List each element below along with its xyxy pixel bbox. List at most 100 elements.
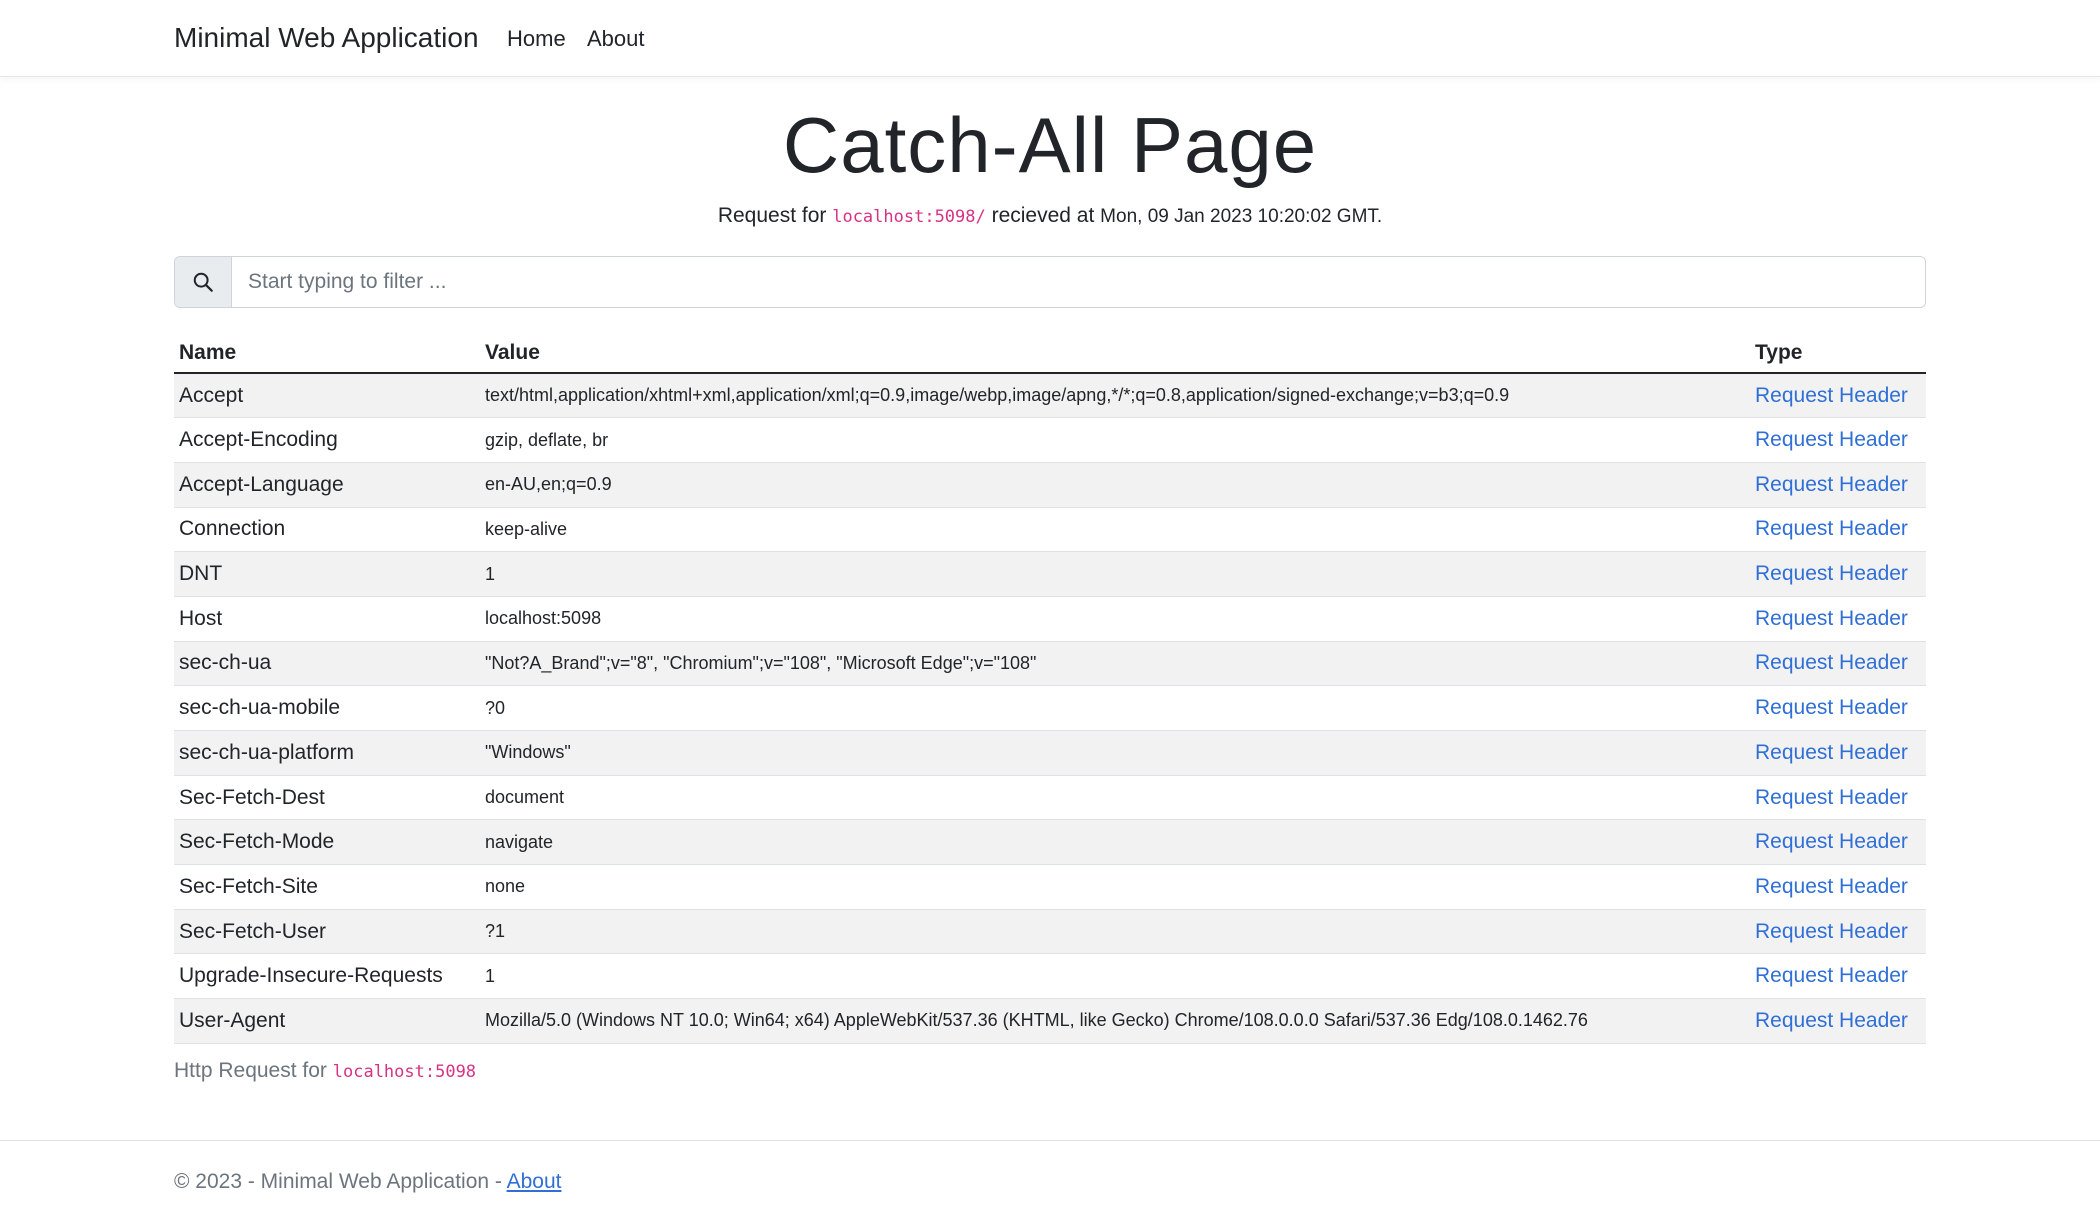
type-link[interactable]: Request Header bbox=[1755, 741, 1908, 764]
navbar-brand[interactable]: Minimal Web Application bbox=[174, 22, 479, 54]
cell-name: Sec-Fetch-Mode bbox=[174, 819, 480, 866]
cell-type: Request Header bbox=[1750, 730, 1926, 776]
cell-name: sec-ch-ua-mobile bbox=[174, 685, 480, 731]
cell-name: Connection bbox=[174, 507, 480, 553]
cell-type: Request Header bbox=[1750, 596, 1926, 642]
table-row: Sec-Fetch-Site none Request Header bbox=[174, 864, 1926, 910]
cell-type: Request Header bbox=[1750, 417, 1926, 463]
type-link[interactable]: Request Header bbox=[1755, 875, 1908, 898]
type-link[interactable]: Request Header bbox=[1755, 696, 1908, 719]
table-row: Accept text/html,application/xhtml+xml,ap… bbox=[174, 373, 1926, 419]
type-link[interactable]: Request Header bbox=[1755, 830, 1908, 853]
cell-type: Request Header bbox=[1750, 998, 1926, 1044]
cell-name: Sec-Fetch-User bbox=[174, 909, 480, 955]
cell-type: Request Header bbox=[1750, 551, 1926, 597]
cell-value: "Windows" bbox=[480, 730, 1750, 776]
cell-value: text/html,application/xhtml+xml,applicat… bbox=[480, 373, 1750, 419]
footer-copyright: © 2023 - Minimal Web Application - bbox=[174, 1170, 507, 1193]
table-header-row: Name Value Type bbox=[174, 330, 1926, 374]
headers-table: Name Value Type Accept text/html,applicat… bbox=[174, 330, 1926, 1044]
cell-value: ?1 bbox=[480, 909, 1750, 955]
http-request-info: Http Request for localhost:5098 bbox=[174, 1059, 476, 1083]
table-body: Accept text/html,application/xhtml+xml,ap… bbox=[174, 373, 1926, 1044]
type-link[interactable]: Request Header bbox=[1755, 607, 1908, 630]
type-link[interactable]: Request Header bbox=[1755, 786, 1908, 809]
footer-about-link[interactable]: About bbox=[507, 1170, 562, 1193]
type-link[interactable]: Request Header bbox=[1755, 1009, 1908, 1032]
table-row: sec-ch-ua "Not?A_Brand";v="8", "Chromium"… bbox=[174, 641, 1926, 687]
table-row: sec-ch-ua-mobile ?0 Request Header bbox=[174, 685, 1926, 731]
cell-type: Request Header bbox=[1750, 507, 1926, 553]
cell-value: gzip, deflate, br bbox=[480, 417, 1750, 463]
cell-type: Request Header bbox=[1750, 819, 1926, 866]
cell-name: DNT bbox=[174, 551, 480, 597]
cell-value: 1 bbox=[480, 551, 1750, 597]
type-link[interactable]: Request Header bbox=[1755, 920, 1908, 943]
cell-name: Accept bbox=[174, 373, 480, 419]
cell-value: "Not?A_Brand";v="8", "Chromium";v="108",… bbox=[480, 641, 1750, 687]
footer: © 2023 - Minimal Web Application - About bbox=[0, 1140, 2100, 1222]
page-title: Catch-All Page bbox=[782, 101, 1318, 189]
column-header-type[interactable]: Type bbox=[1750, 330, 1926, 374]
cell-value: localhost:5098 bbox=[480, 596, 1750, 642]
cell-type: Request Header bbox=[1750, 909, 1926, 955]
type-link[interactable]: Request Header bbox=[1755, 562, 1908, 585]
table-row: Host localhost:5098 Request Header bbox=[174, 596, 1926, 642]
cell-type: Request Header bbox=[1750, 685, 1926, 731]
cell-type: Request Header bbox=[1750, 641, 1926, 687]
table-row: Sec-Fetch-User ?1 Request Header bbox=[174, 909, 1926, 955]
navbar: Minimal Web Application Home About bbox=[0, 0, 2100, 77]
cell-name: sec-ch-ua-platform bbox=[174, 730, 480, 776]
footer-text: © 2023 - Minimal Web Application - About bbox=[174, 1170, 561, 1194]
received-text: recieved at bbox=[991, 204, 1095, 227]
type-link[interactable]: Request Header bbox=[1755, 473, 1908, 496]
cell-type: Request Header bbox=[1750, 373, 1926, 419]
request-timestamp: Mon, 09 Jan 2023 10:20:02 GMT. bbox=[1100, 206, 1383, 227]
cell-value: none bbox=[480, 864, 1750, 910]
cell-value: navigate bbox=[480, 819, 1750, 866]
request-prefix: Request for bbox=[717, 204, 827, 227]
cell-name: Host bbox=[174, 596, 480, 642]
table-row: Connection keep-alive Request Header bbox=[174, 507, 1926, 553]
column-header-name[interactable]: Name bbox=[174, 330, 480, 374]
table-row: sec-ch-ua-platform "Windows" Request Heade… bbox=[174, 730, 1926, 776]
table-row: Accept-Encoding gzip, deflate, br Request … bbox=[174, 417, 1926, 463]
cell-name: Sec-Fetch-Dest bbox=[174, 775, 480, 821]
table-row: Sec-Fetch-Dest document Request Header bbox=[174, 775, 1926, 821]
type-link[interactable]: Request Header bbox=[1755, 384, 1908, 407]
type-link[interactable]: Request Header bbox=[1755, 428, 1908, 451]
request-url: localhost:5098/ bbox=[832, 207, 986, 227]
table-row: Upgrade-Insecure-Requests 1 Request Header bbox=[174, 953, 1926, 1000]
cell-name: User-Agent bbox=[174, 998, 480, 1044]
table-row: User-Agent Mozilla/5.0 (Windows NT 10.0; … bbox=[174, 998, 1926, 1044]
table-row: DNT 1 Request Header bbox=[174, 551, 1926, 597]
request-info: Request for localhost:5098/ recieved at … bbox=[0, 204, 2100, 228]
cell-name: Accept-Language bbox=[174, 462, 480, 508]
cell-value: document bbox=[480, 775, 1750, 821]
filter-input[interactable] bbox=[232, 257, 1925, 307]
cell-type: Request Header bbox=[1750, 775, 1926, 821]
type-link[interactable]: Request Header bbox=[1755, 651, 1908, 674]
cell-name: Accept-Encoding bbox=[174, 417, 480, 463]
cell-value: 1 bbox=[480, 953, 1750, 1000]
cell-value: keep-alive bbox=[480, 507, 1750, 553]
search-icon bbox=[193, 272, 213, 292]
nav-link-home[interactable]: Home bbox=[507, 26, 566, 52]
cell-name: Upgrade-Insecure-Requests bbox=[174, 953, 480, 1000]
cell-name: Sec-Fetch-Site bbox=[174, 864, 480, 910]
search-button[interactable] bbox=[175, 257, 232, 307]
cell-type: Request Header bbox=[1750, 462, 1926, 508]
cell-value: Mozilla/5.0 (Windows NT 10.0; Win64; x64… bbox=[480, 998, 1750, 1044]
type-link[interactable]: Request Header bbox=[1755, 964, 1908, 987]
type-link[interactable]: Request Header bbox=[1755, 517, 1908, 540]
cell-type: Request Header bbox=[1750, 953, 1926, 1000]
cell-value: ?0 bbox=[480, 685, 1750, 731]
cell-name: sec-ch-ua bbox=[174, 641, 480, 687]
table-row: Sec-Fetch-Mode navigate Request Header bbox=[174, 819, 1926, 866]
cell-value: en-AU,en;q=0.9 bbox=[480, 462, 1750, 508]
filter-search-group bbox=[174, 256, 1926, 308]
nav-link-about[interactable]: About bbox=[587, 26, 645, 52]
column-header-value[interactable]: Value bbox=[480, 330, 1750, 374]
table-row: Accept-Language en-AU,en;q=0.9 Request Hea… bbox=[174, 462, 1926, 508]
http-request-prefix: Http Request for bbox=[174, 1059, 327, 1082]
